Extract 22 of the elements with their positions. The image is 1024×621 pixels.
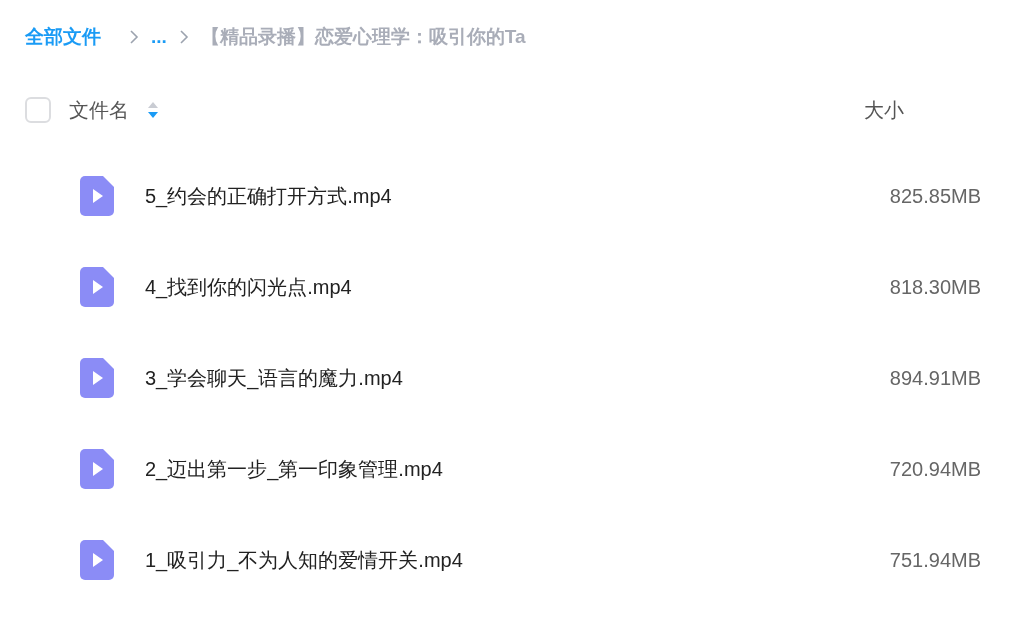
chevron-right-icon	[178, 29, 189, 45]
chevron-right-icon	[129, 29, 139, 45]
select-all-checkbox[interactable]	[25, 97, 51, 123]
file-name[interactable]: 5_约会的正确打开方式.mp4	[145, 180, 392, 211]
sort-icon[interactable]	[147, 100, 159, 120]
file-size: 894.91MB	[889, 365, 981, 391]
video-file-icon	[80, 266, 114, 307]
file-name[interactable]: 1_吸引力_不为人知的爱情开关.mp4	[145, 544, 463, 575]
video-file-icon	[80, 175, 114, 216]
file-name[interactable]: 2_迈出第一步_第一印象管理.mp4	[145, 453, 443, 484]
file-size: 825.85MB	[889, 183, 981, 209]
column-header[interactable]: 大小	[864, 95, 904, 125]
column-header[interactable]: 文件名	[69, 95, 129, 125]
file-size: 751.94MB	[889, 547, 981, 573]
file-name[interactable]: 3_学会聊天_语言的魔力.mp4	[145, 362, 403, 393]
video-file-icon	[80, 539, 114, 580]
file-name[interactable]: 4_找到你的闪光点.mp4	[145, 271, 352, 302]
file-size: 720.94MB	[889, 456, 981, 482]
file-size: 818.30MB	[889, 274, 981, 300]
video-file-icon	[80, 357, 114, 398]
video-file-icon	[80, 448, 114, 489]
breadcrumb-current: 【精品录播】恋爱心理学：吸引你的Ta	[200, 24, 526, 49]
